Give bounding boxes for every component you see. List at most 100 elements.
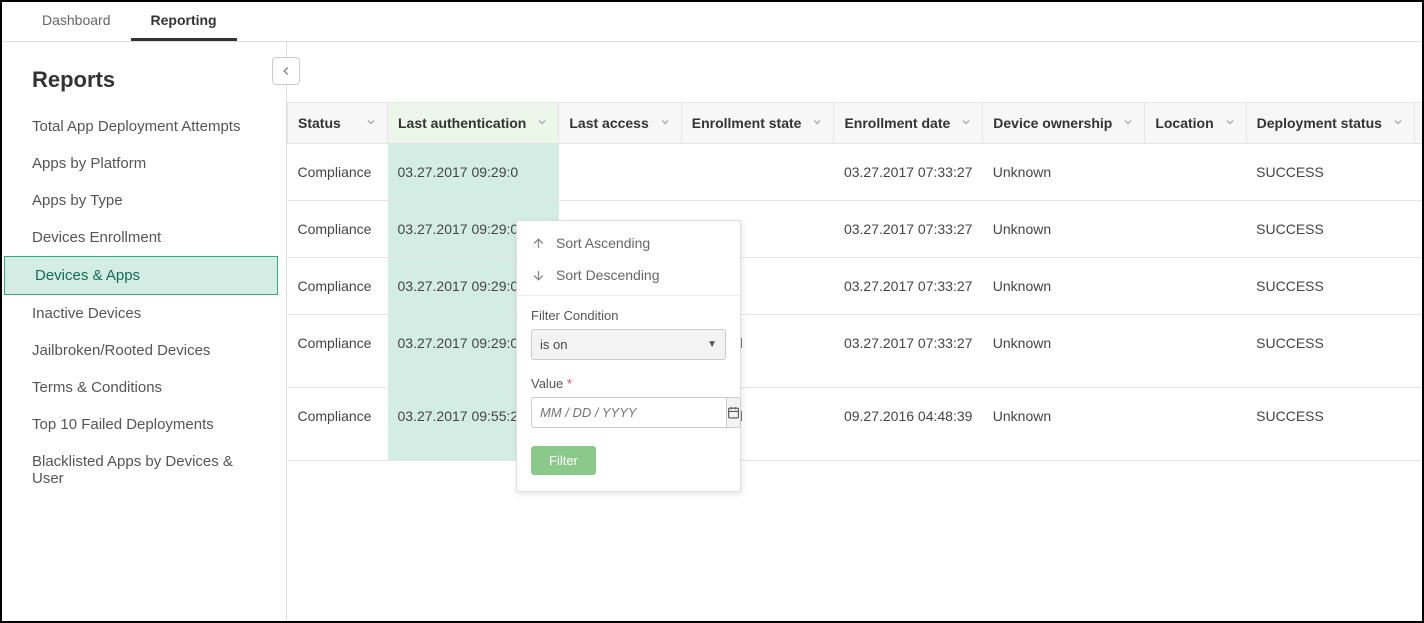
cell-status: Compliance [288, 201, 388, 258]
sidebar: Reports Total App Deployment Attempts Ap… [2, 42, 287, 621]
chevron-down-icon[interactable] [365, 115, 377, 131]
filter-condition-value: is on [540, 337, 567, 352]
col-header-location[interactable]: Location [1145, 103, 1246, 144]
chevron-left-icon [279, 64, 293, 78]
chevron-down-icon[interactable] [659, 115, 671, 131]
col-header-app-name[interactable]: App name [1414, 103, 1422, 144]
cell-appname: Globoforce_SA [1414, 388, 1422, 461]
cell-appname: Globoforce_SA [1414, 144, 1422, 201]
sidebar-item-terms[interactable]: Terms & Conditions [2, 369, 286, 406]
cell-deploy: SUCCESS [1246, 144, 1414, 201]
col-header-last-access[interactable]: Last access [559, 103, 681, 144]
date-input-group [531, 397, 726, 428]
cell-enrollstate [681, 144, 834, 201]
cell-location [1145, 258, 1246, 315]
col-label: Location [1155, 115, 1213, 131]
cell-appname: Jota Text Editor [1414, 201, 1422, 258]
chevron-down-icon[interactable] [536, 115, 548, 131]
chevron-down-icon[interactable] [811, 115, 823, 131]
cell-owner: Unknown [983, 144, 1145, 201]
col-label: Deployment status [1257, 115, 1382, 131]
cell-status: Compliance [288, 144, 388, 201]
tab-reporting[interactable]: Reporting [131, 2, 237, 41]
arrow-down-icon [531, 268, 546, 283]
sidebar-item-devices-apps[interactable]: Devices & Apps [4, 256, 278, 295]
filter-condition-select[interactable]: is on ▼ [531, 329, 726, 360]
tab-dashboard[interactable]: Dashboard [22, 2, 131, 41]
cell-status: Compliance [288, 388, 388, 461]
cell-location [1145, 201, 1246, 258]
cell-enrolldate: 03.27.2017 07:33:27 [834, 315, 983, 388]
col-header-status[interactable]: Status [288, 103, 388, 144]
cell-deploy: SUCCESS [1246, 201, 1414, 258]
col-label: Status [298, 115, 341, 131]
cell-deploy: SUCCESS [1246, 315, 1414, 388]
table-row[interactable]: Compliance03.27.2017 09:29:003.27.2017 0… [288, 201, 1423, 258]
col-header-enroll-date[interactable]: Enrollment date [834, 103, 983, 144]
sidebar-item-inactive-devices[interactable]: Inactive Devices [2, 295, 286, 332]
calendar-icon [727, 406, 740, 419]
caret-down-icon: ▼ [707, 339, 717, 350]
cell-deploy: SUCCESS [1246, 258, 1414, 315]
table-row[interactable]: Compliance03.27.2017 09:29:003.27.2017 0… [288, 258, 1423, 315]
cell-enrolldate: 03.27.2017 07:33:27 [834, 258, 983, 315]
cell-owner: Unknown [983, 388, 1145, 461]
top-nav: Dashboard Reporting [2, 2, 1422, 42]
chevron-down-icon[interactable] [960, 115, 972, 131]
sort-descending-option[interactable]: Sort Descending [517, 259, 740, 291]
cell-status: Compliance [288, 315, 388, 388]
value-label-text: Value [531, 376, 563, 391]
col-header-deploy-status[interactable]: Deployment status [1246, 103, 1414, 144]
cell-enrolldate: 03.27.2017 07:33:27 [834, 144, 983, 201]
cell-owner: Unknown [983, 201, 1145, 258]
sidebar-item-total-app-deploy[interactable]: Total App Deployment Attempts [2, 108, 286, 145]
filter-condition-label: Filter Condition [531, 308, 726, 323]
cell-owner: Unknown [983, 315, 1145, 388]
sidebar-item-top10-failed[interactable]: Top 10 Failed Deployments [2, 406, 286, 443]
chevron-down-icon[interactable] [1392, 115, 1404, 131]
table-wrapper[interactable]: Status Last authentication Last access E… [287, 102, 1422, 461]
col-label: Enrollment state [692, 115, 802, 131]
chevron-down-icon[interactable] [1224, 115, 1236, 131]
col-header-ownership[interactable]: Device ownership [983, 103, 1145, 144]
column-filter-popup: Sort Ascending Sort Descending Filter Co… [516, 220, 741, 492]
sidebar-item-jailbroken[interactable]: Jailbroken/Rooted Devices [2, 332, 286, 369]
cell-lastaccess [559, 144, 681, 201]
cell-location [1145, 388, 1246, 461]
content-area: Status Last authentication Last access E… [287, 42, 1422, 621]
cell-enrolldate: 09.27.2016 04:48:39 [834, 388, 983, 461]
date-input[interactable] [531, 397, 726, 428]
arrow-up-icon [531, 236, 546, 251]
main-area: Reports Total App Deployment Attempts Ap… [2, 42, 1422, 621]
sidebar-item-apps-type[interactable]: Apps by Type [2, 182, 286, 219]
cell-location [1145, 315, 1246, 388]
filter-value-section: Value * [517, 368, 740, 436]
col-header-enroll-state[interactable]: Enrollment state [681, 103, 834, 144]
cell-location [1145, 144, 1246, 201]
sort-ascending-option[interactable]: Sort Ascending [517, 227, 740, 259]
table-row[interactable]: Compliance03.27.2017 09:55:2703.27.2017 … [288, 388, 1423, 461]
sort-desc-label: Sort Descending [556, 267, 660, 283]
sidebar-item-devices-enrollment[interactable]: Devices Enrollment [2, 219, 286, 256]
col-label: Last authentication [398, 115, 526, 131]
cell-enrolldate: 03.27.2017 07:33:27 [834, 201, 983, 258]
col-label: Last access [569, 115, 648, 131]
cell-lastauth: 03.27.2017 09:29:0 [388, 144, 559, 201]
chevron-down-icon[interactable] [1122, 115, 1134, 131]
col-header-last-auth[interactable]: Last authentication [388, 103, 559, 144]
filter-condition-section: Filter Condition is on ▼ [517, 300, 740, 368]
sidebar-collapse-button[interactable] [272, 57, 300, 85]
calendar-button[interactable] [726, 397, 741, 428]
col-label: Enrollment date [844, 115, 950, 131]
required-asterisk: * [567, 376, 572, 391]
table-row[interactable]: Compliance03.27.2017 09:29:0803.27.2017 … [288, 315, 1423, 388]
cell-owner: Unknown [983, 258, 1145, 315]
cell-deploy: SUCCESS [1246, 388, 1414, 461]
filter-button[interactable]: Filter [531, 446, 596, 475]
sidebar-item-apps-platform[interactable]: Apps by Platform [2, 145, 286, 182]
table-row[interactable]: Compliance03.27.2017 09:29:0 03.27.2017 0… [288, 144, 1423, 201]
col-label: Device ownership [993, 115, 1112, 131]
sidebar-title: Reports [2, 67, 286, 108]
sidebar-item-blacklisted[interactable]: Blacklisted Apps by Devices & User [2, 443, 286, 497]
reports-table: Status Last authentication Last access E… [287, 102, 1422, 461]
